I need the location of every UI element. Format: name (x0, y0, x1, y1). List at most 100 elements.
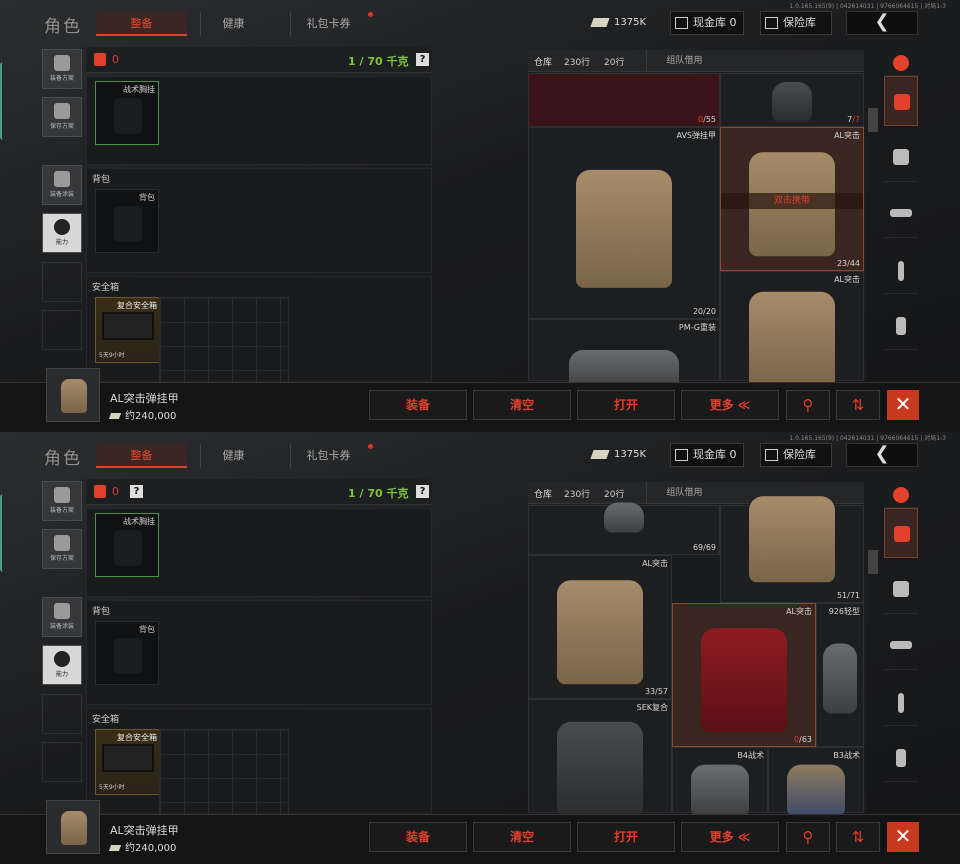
save-plan-button[interactable]: 保存方案 (42, 529, 82, 569)
cash-vault-button[interactable]: 现金库 0 (670, 443, 744, 467)
clear-button[interactable]: 清空 (473, 390, 571, 420)
vault-button[interactable]: 保险库 (760, 443, 832, 467)
inventory-item[interactable]: 7/7 (720, 73, 864, 127)
cash-vault-button[interactable]: 现金库 0 (670, 11, 744, 35)
scrollbar[interactable] (868, 108, 878, 132)
item-count: 51/71 (836, 591, 860, 600)
help-icon[interactable]: ? (130, 485, 143, 498)
inventory-item[interactable]: 0/55 (528, 73, 720, 127)
safe-box-item[interactable]: 复合安全箱 5天9小时 (95, 729, 160, 795)
item-name: SEK复合 (636, 703, 668, 712)
ability-button[interactable]: 能力 (42, 645, 82, 685)
inventory-item-selected[interactable]: AL突击 0/63 (672, 603, 816, 747)
safe-section: 安全箱 复合安全箱 5天9小时 (86, 708, 432, 819)
version-text: 1.0.165.165(9) | 042614031 | 9766064615 … (789, 435, 946, 442)
inventory-item[interactable]: PM-G重装 (528, 319, 720, 390)
rig-slot[interactable]: 战术胸挂 (95, 81, 159, 145)
left-edge-handle[interactable] (0, 494, 6, 572)
open-button[interactable]: 打开 (577, 822, 675, 852)
paint-label: 装备涂装 (49, 191, 74, 198)
category-all[interactable] (884, 50, 918, 76)
backpack-icon (94, 485, 106, 498)
loadout-plan-button[interactable]: 装备方案 (42, 481, 82, 521)
tab-gift[interactable]: 礼包卡券 (290, 12, 366, 36)
safe-box-item[interactable]: 复合安全箱 5天9小时 (95, 297, 160, 363)
help-icon[interactable]: ? (416, 53, 429, 66)
category-vest[interactable] (884, 508, 918, 558)
backpack-slot[interactable]: 背包 (95, 621, 159, 685)
inventory-item[interactable]: 51/71 (720, 496, 864, 603)
clear-button[interactable]: 清空 (473, 822, 571, 852)
category-magazine[interactable] (884, 676, 918, 726)
back-button[interactable]: ❮ (846, 11, 918, 35)
category-rifle[interactable] (884, 188, 918, 238)
inventory-item[interactable]: AL突击 33/57 (528, 555, 672, 699)
category-rifle[interactable] (884, 620, 918, 670)
close-button[interactable]: ✕ (887, 822, 919, 852)
inventory-item[interactable]: 926轻型 (816, 603, 864, 747)
empty-side-slot (42, 310, 82, 350)
save-plan-button[interactable]: 保存方案 (42, 97, 82, 137)
back-button[interactable]: ❮ (846, 443, 918, 467)
more-button[interactable]: 更多 ≪ (681, 822, 779, 852)
paint-label: 装备涂装 (49, 623, 74, 630)
equip-button[interactable]: 装备 (369, 390, 467, 420)
item-name: AL突击 (834, 131, 860, 140)
tab-health[interactable]: 健康 (200, 444, 266, 468)
armor-vest-icon (749, 291, 835, 388)
category-magazine[interactable] (884, 244, 918, 294)
inventory-item-selected[interactable]: AL突击 双击携带 23/44 (720, 127, 864, 271)
inventory-item[interactable]: AL突击 (720, 271, 864, 388)
close-button[interactable]: ✕ (887, 390, 919, 420)
category-all[interactable] (884, 482, 918, 508)
category-attachment[interactable] (884, 300, 918, 350)
category-attachment[interactable] (884, 732, 918, 782)
vault-icon (765, 449, 778, 461)
paint-button[interactable]: 装备涂装 (42, 597, 82, 637)
tab-gift[interactable]: 礼包卡券 (290, 444, 366, 468)
paint-button[interactable]: 装备涂装 (42, 165, 82, 205)
team-borrow-tab[interactable]: 组队借用 (646, 50, 722, 72)
safe-grid[interactable] (159, 729, 289, 819)
item-name: 926轻型 (828, 607, 860, 616)
notification-dot (368, 12, 373, 17)
item-name: AL突击 (786, 607, 812, 616)
sort-button[interactable]: ⇅ (836, 390, 880, 420)
screen-2: 1.0.165.165(9) | 042614031 | 9766064615 … (0, 432, 960, 864)
equip-button[interactable]: 装备 (369, 822, 467, 852)
loadout-plan-button[interactable]: 装备方案 (42, 49, 82, 89)
tab-outfit[interactable]: 整备 (96, 12, 187, 36)
tab-outfit[interactable]: 整备 (96, 444, 187, 468)
item-count: 0 (112, 485, 119, 498)
ability-button[interactable]: 能力 (42, 213, 82, 253)
search-button[interactable]: ⚲ (786, 822, 830, 852)
category-helmet[interactable] (884, 564, 918, 614)
help-icon[interactable]: ? (416, 485, 429, 498)
search-button[interactable]: ⚲ (786, 390, 830, 420)
selected-item-thumbnail (46, 368, 100, 422)
inventory-item[interactable]: AVS弹挂甲 20/20 (528, 127, 720, 319)
sort-button[interactable]: ⇅ (836, 822, 880, 852)
vault-button[interactable]: 保险库 (760, 11, 832, 35)
more-button[interactable]: 更多 ≪ (681, 390, 779, 420)
armor-vest-icon (61, 379, 87, 413)
inventory-item[interactable]: B3战术 (768, 747, 864, 817)
open-button[interactable]: 打开 (577, 390, 675, 420)
vest-icon (54, 55, 70, 71)
scrollbar[interactable] (868, 550, 878, 574)
category-vest[interactable] (884, 76, 918, 126)
currency-display: 1375K (590, 444, 658, 466)
empty-side-slot (42, 742, 82, 782)
left-edge-handle[interactable] (0, 62, 6, 140)
tab-health[interactable]: 健康 (200, 12, 266, 36)
inventory-item[interactable]: B4战术 (672, 747, 768, 817)
weight-display: 1 / 70 千克 (348, 487, 409, 500)
backpack-slot[interactable]: 背包 (95, 189, 159, 253)
category-helmet[interactable] (884, 132, 918, 182)
safe-grid[interactable] (159, 297, 289, 387)
inventory-item[interactable]: SEK复合 (528, 699, 672, 818)
rig-label: 战术胸挂 (123, 517, 155, 526)
team-borrow-tab[interactable]: 组队借用 (646, 482, 722, 504)
rig-slot[interactable]: 战术胸挂 (95, 513, 159, 577)
inventory-item[interactable]: 69/69 (528, 502, 720, 555)
